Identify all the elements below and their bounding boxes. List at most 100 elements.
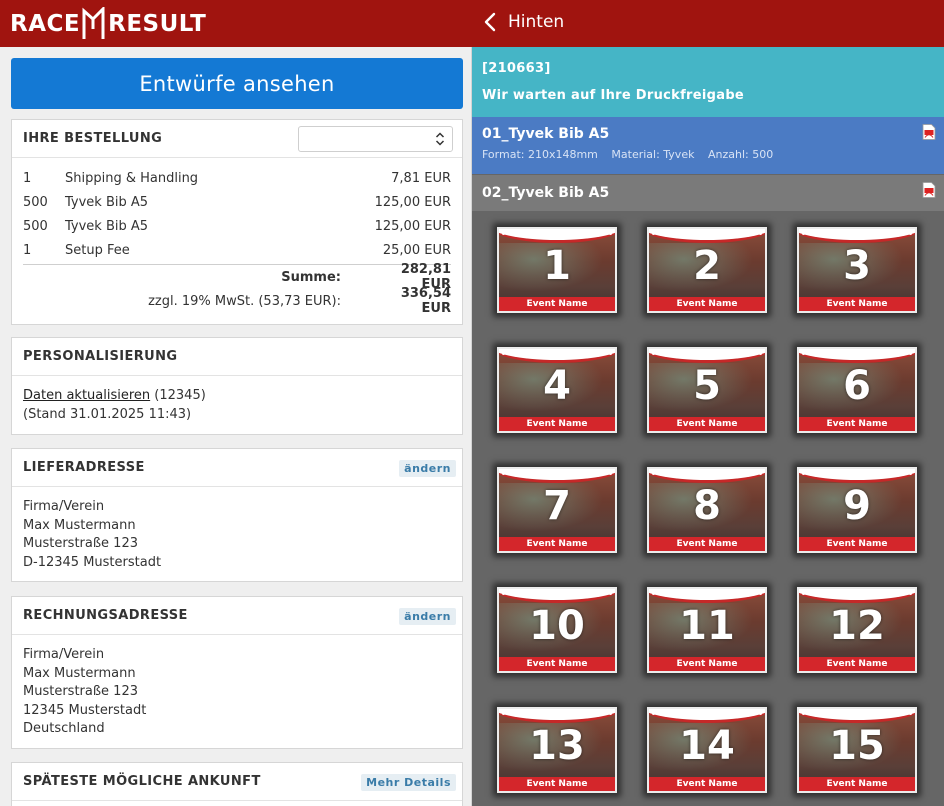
bib-image: 11 Event Name	[649, 589, 765, 671]
billing-header: RECHNUNGSADRESSE ändern	[12, 597, 462, 635]
status-message: Wir warten auf Ihre Druckfreigabe	[482, 88, 745, 103]
bib-number: 7	[543, 483, 571, 529]
order-qty: 1	[23, 170, 32, 186]
edit-delivery-button[interactable]: ändern	[399, 460, 456, 477]
bib-image: 2 Event Name	[649, 229, 765, 311]
bib-image: 8 Event Name	[649, 469, 765, 551]
order-body: 1 Shipping & Handling 7,81 EUR 500 Tyvek…	[12, 158, 462, 324]
order-qty: 1	[23, 242, 32, 258]
bib-preview[interactable]: 2 Event Name	[647, 227, 767, 313]
delivery-header: LIEFERADRESSE ändern	[12, 449, 462, 487]
view-drafts-button[interactable]: Entwürfe ansehen	[11, 58, 463, 109]
bib-preview[interactable]: 8 Event Name	[647, 467, 767, 553]
bib-hole	[652, 712, 655, 715]
back-button[interactable]: Hinten	[484, 12, 564, 32]
delivery-line: Max Mustermann	[23, 517, 136, 533]
bib-image: 15 Event Name	[799, 709, 915, 791]
bib-number: 9	[843, 483, 871, 529]
brand-word-result: RESULT	[108, 10, 207, 37]
bib-preview[interactable]: 5 Event Name	[647, 347, 767, 433]
order-tax-row: zzgl. 19% MwSt. (53,73 EUR): 336,54 EUR	[23, 286, 451, 316]
bib-hole	[652, 352, 655, 355]
logo-mark-icon	[82, 7, 105, 39]
updown-arrows-icon	[435, 132, 445, 146]
order-select[interactable]	[298, 126, 453, 152]
job-item-active[interactable]: 01_Tyvek Bib A5 Format: 210x148mm Materi…	[472, 117, 944, 174]
bib-hole	[609, 232, 612, 235]
bib-hole	[502, 712, 505, 715]
personalization-stand: (Stand 31.01.2025 11:43)	[23, 406, 192, 422]
bib-event-name: Event Name	[499, 777, 615, 791]
bib-preview[interactable]: 10 Event Name	[497, 587, 617, 673]
personalization-count: (12345)	[154, 388, 206, 403]
pdf-icon[interactable]	[922, 124, 936, 140]
billing-address-card: RECHNUNGSADRESSE ändern Firma/Verein Max…	[11, 596, 463, 749]
bib-event-name: Event Name	[649, 417, 765, 431]
bib-event-name: Event Name	[799, 657, 915, 671]
billing-line: Musterstraße 123	[23, 684, 138, 699]
bib-hole	[909, 352, 912, 355]
bib-image: 9 Event Name	[799, 469, 915, 551]
bib-preview[interactable]: 9 Event Name	[797, 467, 917, 553]
order-row: 1 Setup Fee 25,00 EUR	[23, 238, 451, 262]
more-details-button[interactable]: Mehr Details	[361, 774, 456, 791]
delivery-line: Musterstraße 123	[23, 536, 138, 551]
billing-line: Deutschland	[23, 721, 105, 736]
job-meta: Format: 210x148mm Material: Tyvek Anzahl…	[482, 148, 934, 161]
bib-hole	[502, 352, 505, 355]
brand-logo: RACE RESULT	[10, 6, 206, 42]
update-data-link[interactable]: Daten aktualisieren	[23, 388, 150, 403]
bib-hole	[759, 472, 762, 475]
order-price: 7,81 EUR	[391, 170, 451, 186]
bib-hole	[802, 472, 805, 475]
bib-preview[interactable]: 6 Event Name	[797, 347, 917, 433]
order-item-name: Tyvek Bib A5	[65, 218, 149, 234]
job-item[interactable]: 02_Tyvek Bib A5	[472, 175, 944, 211]
print-proof-panel: [210663] Wir warten auf Ihre Druckfreiga…	[472, 47, 944, 806]
bib-image: 3 Event Name	[799, 229, 915, 311]
arrival-card: SPÄTESTE MÖGLICHE ANKUNFT Mehr Details	[11, 762, 463, 806]
bib-hole	[909, 232, 912, 235]
sum-label: Summe:	[281, 269, 341, 285]
bib-image: 13 Event Name	[499, 709, 615, 791]
bib-hole	[759, 592, 762, 595]
bib-preview[interactable]: 14 Event Name	[647, 707, 767, 793]
bib-preview[interactable]: 11 Event Name	[647, 587, 767, 673]
order-item-name: Shipping & Handling	[65, 170, 199, 186]
delivery-body: Firma/Verein Max Mustermann Musterstraße…	[12, 487, 462, 583]
bib-number: 6	[843, 363, 871, 409]
personalization-body: Daten aktualisieren (12345) (Stand 31.01…	[12, 376, 462, 435]
bib-preview[interactable]: 13 Event Name	[497, 707, 617, 793]
order-item-name: Setup Fee	[65, 242, 130, 258]
pdf-icon[interactable]	[922, 182, 936, 198]
job-material: Material: Tyvek	[611, 148, 695, 161]
billing-line: Max Mustermann	[23, 665, 136, 681]
bib-number: 1	[543, 243, 571, 289]
bib-hole	[759, 232, 762, 235]
bib-image: 7 Event Name	[499, 469, 615, 551]
order-qty: 500	[23, 218, 48, 234]
chevron-left-icon	[484, 12, 496, 32]
bib-hole	[802, 232, 805, 235]
bib-hole	[909, 712, 912, 715]
edit-billing-button[interactable]: ändern	[399, 608, 456, 625]
order-card-header: IHRE BESTELLUNG	[12, 120, 462, 158]
order-qty: 500	[23, 194, 48, 210]
bib-image: 4 Event Name	[499, 349, 615, 431]
order-title: IHRE BESTELLUNG	[23, 131, 163, 146]
tax-value: 336,54 EUR	[400, 286, 451, 316]
status-banner: [210663] Wir warten auf Ihre Druckfreiga…	[472, 47, 944, 117]
bib-hole	[609, 712, 612, 715]
bib-preview[interactable]: 7 Event Name	[497, 467, 617, 553]
order-price: 125,00 EUR	[374, 194, 451, 210]
order-row: 500 Tyvek Bib A5 125,00 EUR	[23, 190, 451, 214]
bib-event-name: Event Name	[499, 537, 615, 551]
bib-event-name: Event Name	[499, 417, 615, 431]
bib-preview[interactable]: 3 Event Name	[797, 227, 917, 313]
bib-hole	[609, 472, 612, 475]
bib-preview[interactable]: 1 Event Name	[497, 227, 617, 313]
job-title: 02_Tyvek Bib A5	[482, 185, 610, 201]
bib-preview[interactable]: 4 Event Name	[497, 347, 617, 433]
bib-preview[interactable]: 15 Event Name	[797, 707, 917, 793]
bib-preview[interactable]: 12 Event Name	[797, 587, 917, 673]
